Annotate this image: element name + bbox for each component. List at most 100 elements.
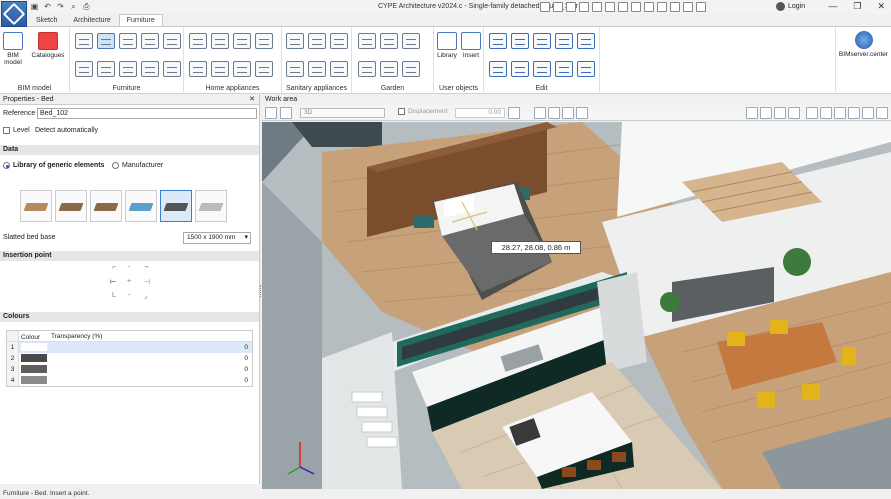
colour-swatch[interactable] [19,364,49,375]
displacement-row[interactable]: Displacement [398,108,447,115]
hob-icon[interactable] [255,33,273,49]
snap-icon[interactable] [618,2,628,12]
bed-size-select[interactable]: 1500 x 1900 mm [183,232,251,244]
reference-input[interactable]: Bed_102 [37,108,257,119]
data-section-header[interactable]: Data [0,145,259,155]
hood-icon[interactable] [255,61,273,77]
view-options-icon[interactable] [876,107,888,119]
sink-icon[interactable] [308,33,326,49]
bench-icon[interactable] [402,33,420,49]
table-row[interactable]: 1 0 [7,342,252,353]
ip-top-icon[interactable]: - [128,264,130,271]
3d-viewport[interactable] [262,122,891,489]
catalogues-button[interactable]: Catalogues [28,32,68,59]
layer-blue-icon[interactable] [820,107,832,119]
minimize-button[interactable]: — [828,1,837,12]
app-logo-icon[interactable] [1,1,27,27]
zoom-in-icon[interactable] [540,2,550,12]
zoom-out-icon[interactable] [553,2,563,12]
bidet-icon[interactable] [308,61,326,77]
dishwasher-icon[interactable] [189,61,207,77]
magnet-icon[interactable] [644,2,654,12]
align-icon[interactable] [577,33,595,49]
tree-icon[interactable] [358,33,376,49]
undo-icon[interactable]: ↶ [43,2,52,11]
zoom-icon[interactable]: ⌕ [69,2,78,11]
ip-left-icon[interactable]: ⊢ [110,278,116,286]
level-checkbox-row[interactable]: Level [3,127,30,134]
tool-icon[interactable] [576,107,588,119]
toilet-icon[interactable] [286,61,304,77]
dimension-icon[interactable] [577,61,595,77]
pan-icon[interactable] [579,2,589,12]
settings-icon[interactable] [696,2,706,12]
render-icon[interactable] [683,2,693,12]
arrow-up-icon[interactable] [548,107,560,119]
refresh-icon[interactable] [592,2,602,12]
view-mode-select[interactable]: 3D [300,108,385,118]
wardrobe-icon[interactable] [141,61,159,77]
tab-architecture[interactable]: Architecture [65,14,118,26]
colour-swatch[interactable] [19,375,49,386]
library-radio-row[interactable]: Library of generic elements [3,162,104,169]
lamp-icon[interactable] [402,61,420,77]
ip-top-left-icon[interactable]: ⌐ [112,264,116,271]
perspective-icon[interactable] [746,107,758,119]
oven-icon[interactable] [233,33,251,49]
bimserver-button[interactable]: BIMserver.center [835,27,891,94]
displacement-input[interactable]: 0.00 [455,108,505,118]
view-grid-icon[interactable] [265,107,277,119]
chair-icon[interactable] [75,33,93,49]
save-icon[interactable]: ▣ [30,2,39,11]
insertion-point-grid[interactable]: ⌐ - ¬ ⊢ + ⊣ L - ⌟ [110,264,150,300]
layers-icon[interactable] [631,2,641,12]
bed-icon[interactable] [97,33,115,49]
cabinet-icon[interactable] [119,61,137,77]
transparency-value[interactable]: 0 [49,342,252,353]
armchair-icon[interactable] [75,61,93,77]
symmetry-icon[interactable] [533,61,551,77]
copy-icon[interactable] [511,33,529,49]
arrow-left-icon[interactable] [508,107,520,119]
bed-type-slatted-selected[interactable] [160,190,192,222]
zoom-window-icon[interactable] [566,2,576,12]
eraser-icon[interactable] [489,61,507,77]
section-icon[interactable] [788,107,800,119]
tab-sketch[interactable]: Sketch [28,14,65,26]
manufacturer-radio[interactable] [112,162,119,169]
dryer-icon[interactable] [233,61,251,77]
pot-icon[interactable] [358,61,376,77]
displacement-checkbox[interactable] [398,108,405,115]
bed-type-wooden-low[interactable] [20,190,52,222]
ip-bottom-right-icon[interactable]: ⌟ [144,292,147,300]
layer-stack-icon[interactable] [848,107,860,119]
plant-icon[interactable] [380,33,398,49]
ip-top-right-icon[interactable]: ¬ [144,264,148,271]
desk-icon[interactable] [141,33,159,49]
ip-right-icon[interactable]: ⊣ [144,278,150,286]
ip-center-icon[interactable]: + [127,278,131,285]
close-panel-icon[interactable]: ✕ [249,94,255,105]
stool-icon[interactable] [163,61,181,77]
ip-bottom-left-icon[interactable]: L [112,292,116,299]
login-button[interactable]: Login [776,2,805,11]
eyedropper-icon[interactable] [555,61,573,77]
tab-furniture[interactable]: Furniture [118,14,163,26]
umbrella-icon[interactable] [380,61,398,77]
rotate-icon[interactable] [533,33,551,49]
bim-model-button[interactable]: BIM model [2,32,24,66]
arrows-icon[interactable] [534,107,546,119]
ip-bottom-icon[interactable]: - [128,292,130,299]
eye-icon[interactable] [774,107,786,119]
shelf-icon[interactable] [163,33,181,49]
grid-icon[interactable] [605,2,615,12]
table-row[interactable]: 2 0 [7,353,252,364]
colour-swatch[interactable] [19,353,49,364]
visibility-icon[interactable] [862,107,874,119]
table-icon[interactable] [119,33,137,49]
layer-red-icon[interactable] [806,107,818,119]
arrow-swap-icon[interactable] [562,107,574,119]
insert-button[interactable]: Insert [460,32,482,59]
colour-swatch[interactable] [19,342,49,353]
library-button[interactable]: Library [436,32,458,59]
